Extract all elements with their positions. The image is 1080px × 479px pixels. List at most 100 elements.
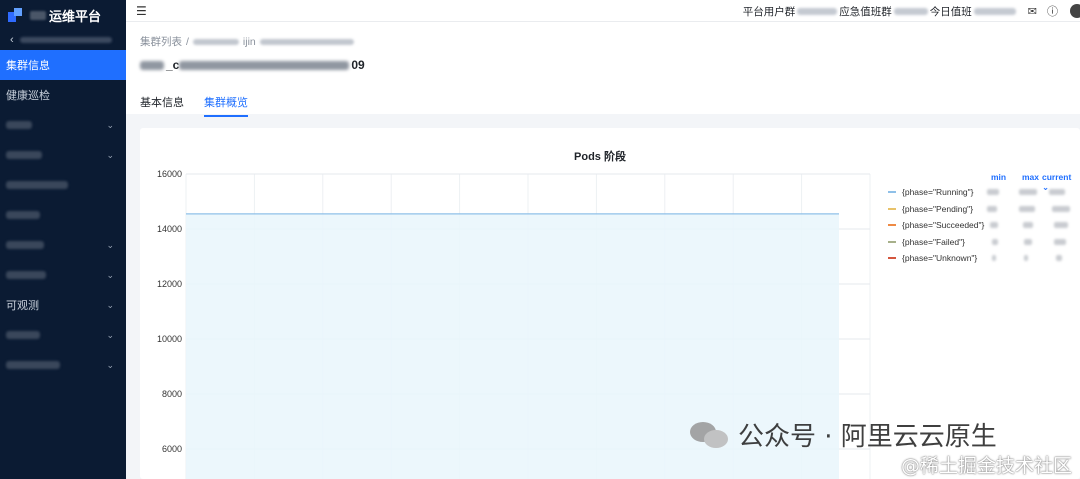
today-oncall-text[interactable]: 今日值班 [930, 4, 972, 19]
sidebar: 运维平台 ‹ 集群信息 健康巡检 ⌄ ⌄ ⌄ ⌄ 可观测 ⌄ ⌄ ⌄ [0, 0, 126, 479]
y-tick-label: 8000 [162, 389, 182, 399]
legend-col-max[interactable]: max [1022, 172, 1039, 182]
sidebar-item-redacted[interactable]: ⌄ [0, 350, 126, 380]
y-tick-label: 16000 [157, 169, 182, 179]
legend-swatch [888, 240, 896, 243]
top-bar-right: 平台用户群 应急值班群 今日值班 ✉ ⓘ [743, 0, 1080, 22]
legend-swatch [888, 224, 896, 227]
redacted-value [1056, 255, 1062, 261]
sidebar-item-health-check[interactable]: 健康巡检 [0, 80, 126, 110]
sidebar-item-redacted[interactable]: ⌄ [0, 110, 126, 140]
redacted-text [6, 211, 40, 219]
chevron-down-icon: ⌄ [106, 359, 114, 370]
redacted-text [973, 7, 1016, 15]
legend-item[interactable]: {phase="Unknown"} [884, 250, 1080, 267]
redacted-value [1054, 238, 1066, 245]
sidebar-item-label: 可观测 [6, 300, 39, 312]
legend-col-min[interactable]: min [991, 172, 1006, 182]
redacted-text [6, 121, 32, 129]
brand-title: 运维平台 [49, 8, 102, 24]
page-title-prefix: _c [166, 58, 180, 72]
legend-rows: {phase="Running"} {phase="Pending"} {phase… [884, 184, 1080, 267]
breadcrumb-current: ijin [242, 35, 256, 48]
platform-user-group-text[interactable]: 平台用户群 [743, 4, 796, 19]
redacted-text [259, 38, 354, 45]
redacted-text [30, 10, 46, 20]
y-tick-label: 6000 [162, 444, 182, 454]
legend-label: {phase="Running"} [902, 187, 974, 198]
cluster-switcher[interactable]: ‹ [0, 30, 126, 50]
redacted-value [1049, 189, 1065, 195]
redacted-value [992, 238, 998, 245]
redacted-text [6, 331, 40, 339]
redacted-text [179, 60, 350, 70]
legend-swatch [888, 257, 896, 260]
menu-fold-icon[interactable]: ☰ [136, 4, 147, 18]
sidebar-item-redacted[interactable] [0, 170, 126, 200]
sidebar-item-redacted[interactable]: ⌄ [0, 260, 126, 290]
platform-logo-icon [8, 8, 22, 22]
page-title-suffix: 09 [351, 58, 365, 72]
breadcrumb-separator: / [186, 35, 189, 48]
top-bar: ☰ 平台用户群 应急值班群 今日值班 ✉ ⓘ [126, 0, 1080, 22]
redacted-value [1054, 222, 1068, 228]
redacted-text [6, 151, 42, 159]
legend-swatch [888, 207, 896, 210]
chevron-down-icon: ⌄ [106, 119, 114, 130]
redacted-value [987, 205, 997, 212]
breadcrumb: 集群列表 / ijin [140, 34, 354, 49]
chevron-left-icon: ‹ [10, 34, 14, 46]
redacted-value [1019, 205, 1035, 212]
chevron-down-icon: ⌄ [106, 149, 114, 160]
wechat-icon [690, 420, 730, 450]
sidebar-item-redacted[interactable]: ⌄ [0, 320, 126, 350]
legend-label: {phase="Succeeded"} [902, 220, 985, 231]
sidebar-item-label: 集群信息 [6, 60, 50, 72]
page-title: _c 09 [140, 58, 365, 72]
redacted-value [1024, 255, 1028, 261]
redacted-text [192, 38, 239, 45]
sidebar-item-observability[interactable]: 可观测 ⌄ [0, 290, 126, 320]
tab-basic-info[interactable]: 基本信息 [140, 94, 184, 117]
sidebar-item-cluster-info[interactable]: 集群信息 [0, 50, 126, 80]
sidebar-item-redacted[interactable]: ⌄ [0, 230, 126, 260]
redacted-text [19, 37, 112, 43]
y-tick-label: 14000 [157, 224, 182, 234]
redacted-value [1023, 222, 1033, 228]
legend-item[interactable]: {phase="Pending"} [884, 201, 1080, 218]
legend-col-current-label: current [1042, 172, 1072, 182]
breadcrumb-cluster-list[interactable]: 集群列表 [140, 34, 182, 49]
redacted-value [987, 189, 999, 195]
sidebar-item-redacted[interactable] [0, 200, 126, 230]
redacted-value [992, 255, 996, 261]
redacted-text [6, 181, 68, 189]
tab-cluster-overview[interactable]: 集群概览 [204, 94, 248, 117]
redacted-text [797, 7, 838, 15]
redacted-text [140, 60, 164, 70]
sidebar-item-label: 健康巡检 [6, 90, 50, 102]
avatar[interactable] [1070, 4, 1080, 18]
chevron-down-icon: ⌄ [106, 269, 114, 280]
legend-label: {phase="Failed"} [902, 236, 965, 247]
watermark: 公众号 · 阿里云云原生 [690, 416, 997, 453]
redacted-text [893, 7, 928, 15]
help-icon[interactable]: ⓘ [1047, 3, 1058, 19]
brand[interactable]: 运维平台 [0, 0, 126, 30]
chevron-down-icon: ⌄ [106, 239, 114, 250]
watermark-text: 公众号 · 阿里云云原生 [738, 422, 997, 452]
y-tick-label: 10000 [157, 334, 182, 344]
chevron-down-icon: ⌄ [106, 329, 114, 340]
redacted-text [6, 361, 60, 369]
redacted-value [1019, 189, 1037, 195]
redacted-text [6, 241, 44, 249]
page-header: 集群列表 / ijin _c 09 基本信息 集群概览 [126, 22, 1080, 117]
legend-item[interactable]: {phase="Running"} [884, 184, 1080, 201]
legend-item[interactable]: {phase="Failed"} [884, 234, 1080, 251]
legend-item[interactable]: {phase="Succeeded"} [884, 217, 1080, 234]
oncall-group-text[interactable]: 应急值班群 [839, 4, 892, 19]
chart-legend: min max current ⌄ {phase="Running"} {phas… [884, 172, 1080, 267]
watermark-sub: @稀土掘金技术社区 [900, 455, 1072, 477]
legend-label: {phase="Pending"} [902, 203, 974, 214]
mail-icon[interactable]: ✉ [1028, 5, 1037, 18]
sidebar-item-redacted[interactable]: ⌄ [0, 140, 126, 170]
